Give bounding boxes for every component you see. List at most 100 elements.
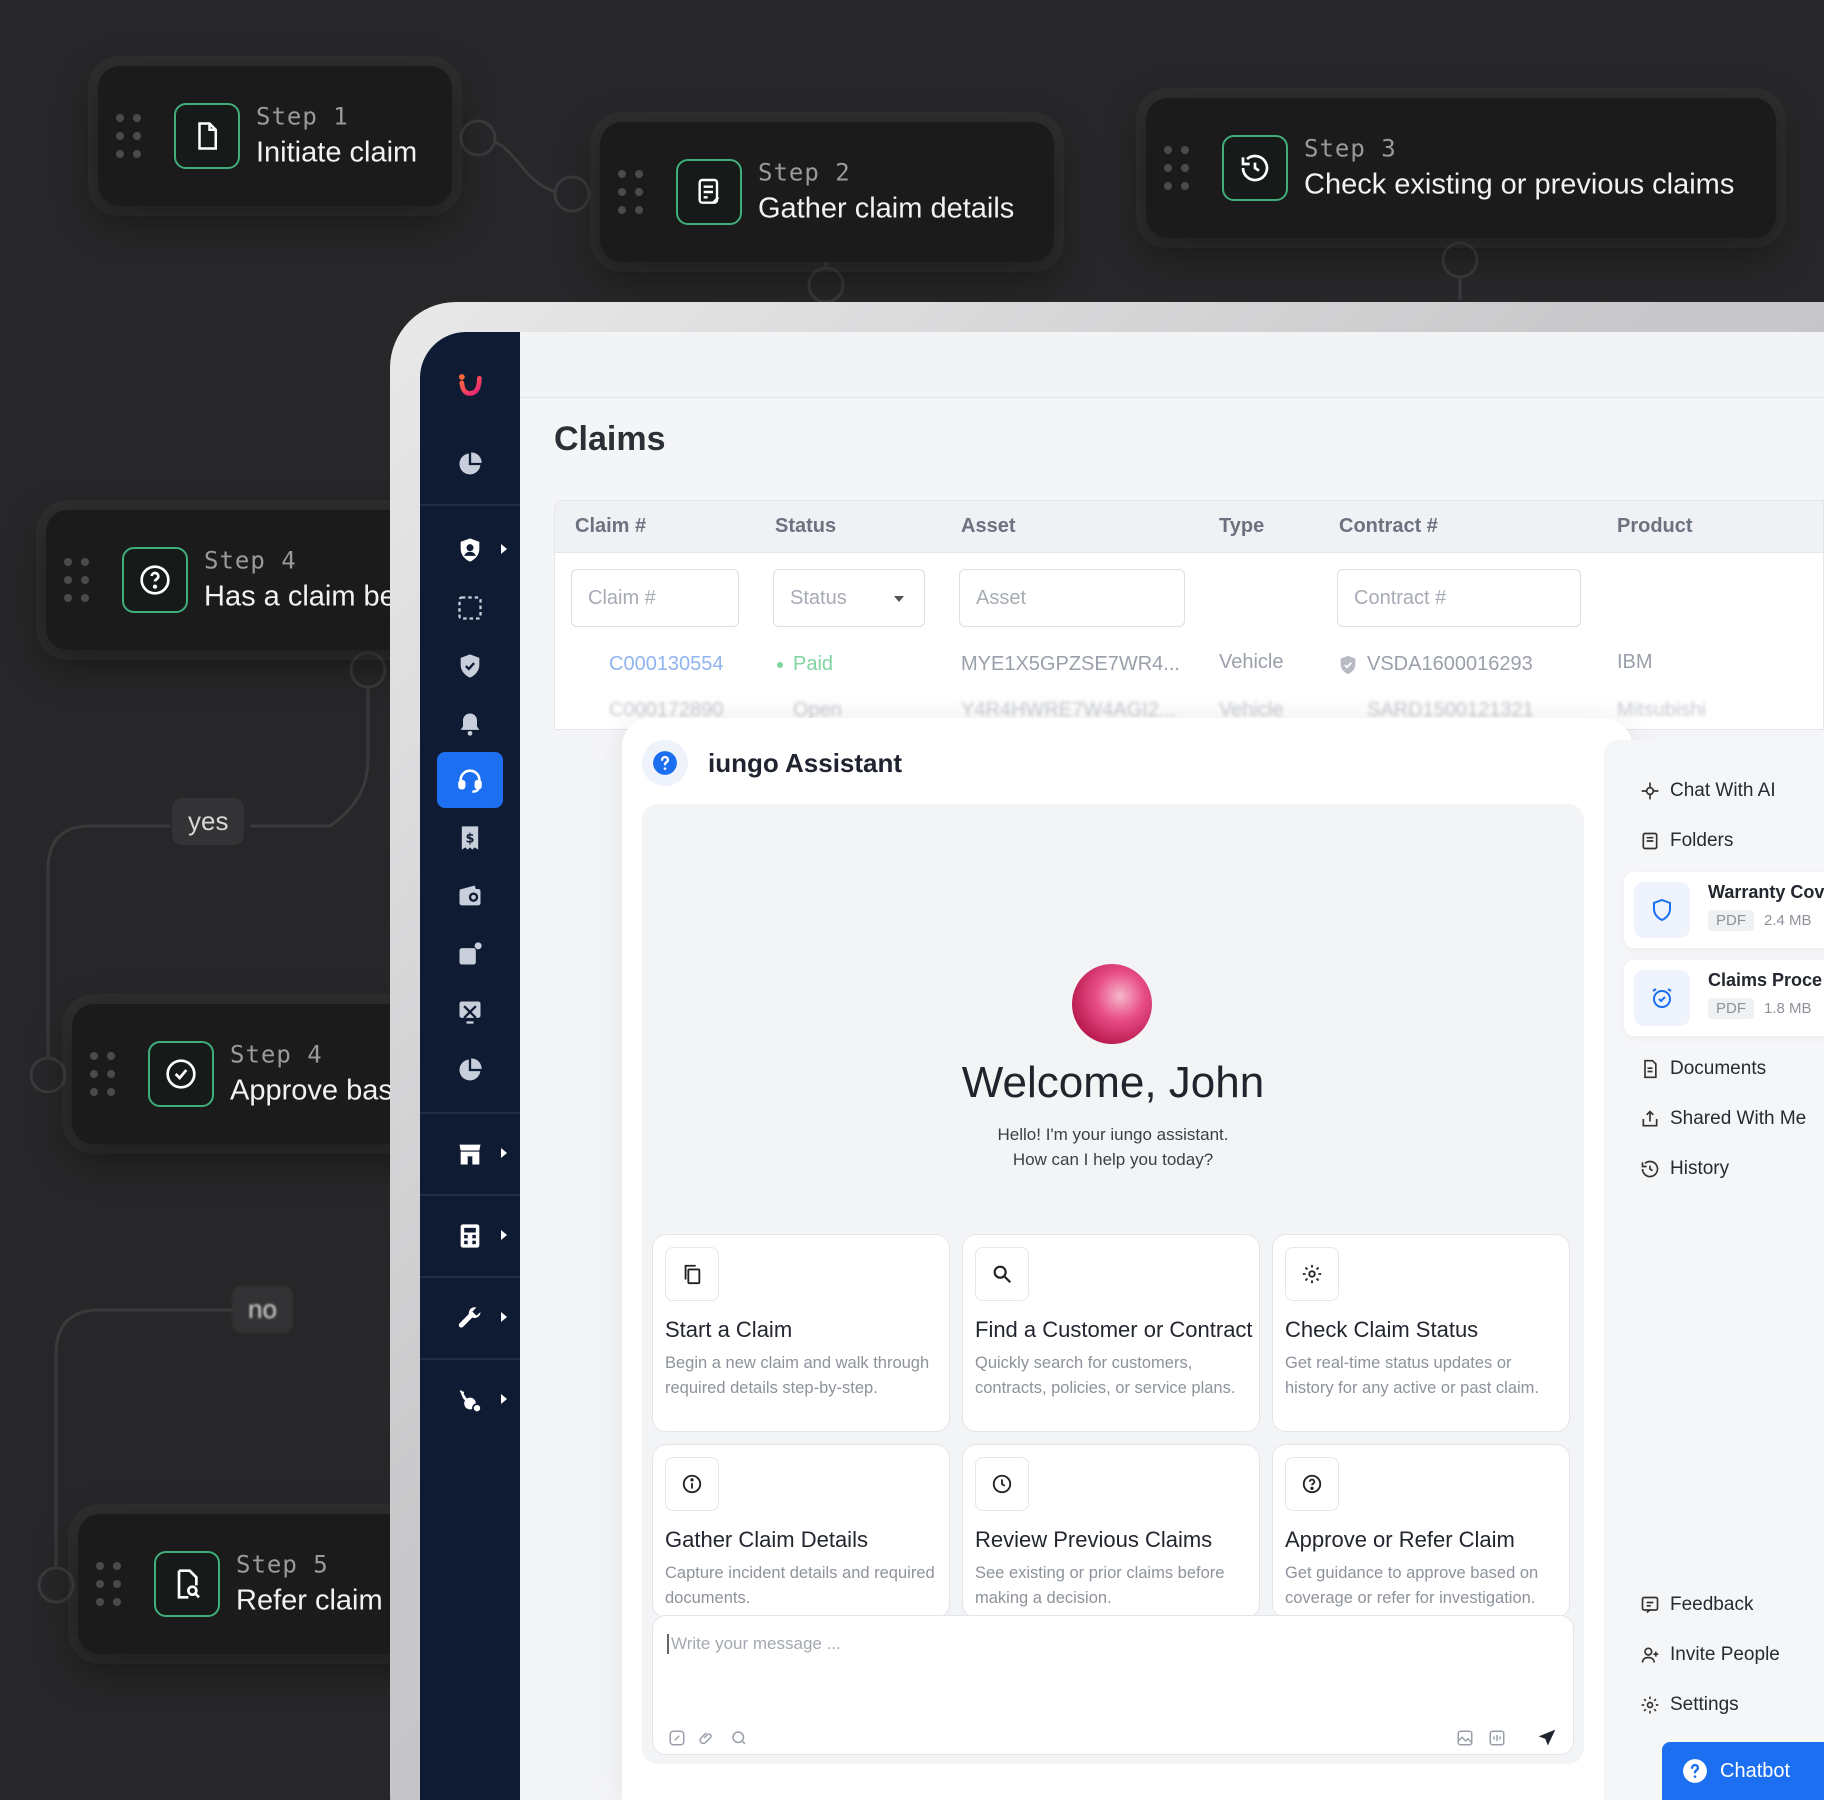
review-claims-card[interactable]: Review Previous Claims See existing or p… xyxy=(962,1444,1260,1618)
file-size: 1.8 MB xyxy=(1764,1000,1812,1017)
asset-cell: MYE1X5GPZSE7WR4... xyxy=(961,653,1180,675)
edit-icon[interactable] xyxy=(667,1728,687,1748)
invite-people-label: Invite People xyxy=(1670,1644,1780,1665)
step-title: Gather claim details xyxy=(758,192,1015,225)
drag-handle-icon[interactable] xyxy=(618,170,644,214)
drag-handle-icon[interactable] xyxy=(90,1052,116,1096)
send-icon[interactable] xyxy=(1537,1728,1557,1748)
claim-filter-input[interactable]: Claim # xyxy=(571,569,739,627)
card-description: See existing or prior claims before maki… xyxy=(975,1564,1225,1607)
audio-icon[interactable] xyxy=(1487,1728,1507,1748)
support-icon[interactable] xyxy=(420,752,520,808)
feedback-link[interactable]: Feedback xyxy=(1640,1594,1753,1616)
pie-chart-icon[interactable] xyxy=(420,1042,520,1098)
gear-icon xyxy=(1641,1696,1659,1714)
approve-refer-card[interactable]: Approve or Refer Claim Get guidance to a… xyxy=(1272,1444,1570,1618)
step-title: Check existing or previous claims xyxy=(1304,168,1735,201)
column-header-asset[interactable]: Asset xyxy=(961,501,1015,551)
notification-card-icon[interactable] xyxy=(420,926,520,982)
status-filter-value: Status xyxy=(790,587,847,609)
tools-icon[interactable] xyxy=(420,984,520,1040)
bell-icon[interactable] xyxy=(420,696,520,752)
app-window: $ Claims Claim # Status Asset Type Contr… xyxy=(420,332,1824,1800)
history-icon xyxy=(1222,135,1288,201)
drag-handle-icon[interactable] xyxy=(64,558,90,602)
gear-icon xyxy=(1285,1247,1339,1301)
claim-link[interactable]: C000130554 xyxy=(609,653,724,676)
assistant-side-panel: Chat With AI Folders Warranty Cov PDF 2.4… xyxy=(1604,740,1824,1800)
chatbot-button[interactable]: Chatbot xyxy=(1662,1742,1824,1800)
step-label: Step 4 xyxy=(204,546,297,575)
folder-icon xyxy=(1642,832,1658,850)
step-label: Step 3 xyxy=(1304,134,1397,163)
settings-link[interactable]: Settings xyxy=(1640,1694,1739,1716)
dashboard-icon[interactable] xyxy=(420,436,520,492)
dollar-receipt-icon[interactable]: $ xyxy=(420,810,520,866)
start-claim-card[interactable]: Start a Claim Begin a new claim and walk… xyxy=(652,1234,950,1432)
image-icon[interactable] xyxy=(1455,1728,1475,1748)
invite-people-link[interactable]: Invite People xyxy=(1640,1644,1780,1666)
message-input[interactable] xyxy=(667,1634,1267,1654)
file-name: Claims Proce xyxy=(1708,970,1823,990)
file-type-badge: PDF xyxy=(1708,998,1754,1019)
column-header-type[interactable]: Type xyxy=(1219,501,1264,551)
claims-table: Claim # Status Asset Type Contract # Pro… xyxy=(554,500,1824,730)
status-filter-select[interactable]: Status xyxy=(773,569,925,627)
gather-details-card[interactable]: Gather Claim Details Capture incident de… xyxy=(652,1444,950,1618)
card-description: Get real-time status updates or history … xyxy=(1285,1354,1540,1397)
column-header-contract[interactable]: Contract # xyxy=(1339,501,1438,551)
help-icon xyxy=(642,740,688,786)
status-badge: Paid xyxy=(777,653,833,676)
search-icon[interactable] xyxy=(729,1728,749,1748)
flow-step-1[interactable]: Step 1 Initiate claim xyxy=(98,66,452,206)
step-label: Step 5 xyxy=(236,1550,329,1579)
chevron-down-icon xyxy=(894,596,904,602)
contract-filter-input[interactable]: Contract # xyxy=(1337,569,1581,627)
drag-handle-icon[interactable] xyxy=(96,1562,122,1606)
column-header-claim[interactable]: Claim # xyxy=(575,501,646,551)
product-cell: Mitsubishi xyxy=(1617,699,1706,721)
contract-cell: VSDA1600016293 xyxy=(1337,653,1533,676)
shield-icon xyxy=(1634,882,1690,938)
wallet-icon[interactable] xyxy=(420,868,520,924)
select-icon[interactable] xyxy=(420,580,520,636)
help-icon xyxy=(1683,1759,1707,1783)
avatar xyxy=(1072,964,1152,1044)
shared-with-me-link[interactable]: Shared With Me xyxy=(1640,1108,1806,1130)
column-header-status[interactable]: Status xyxy=(775,501,836,551)
chat-with-ai-link[interactable]: Chat With AI xyxy=(1640,780,1776,802)
card-title: Check Claim Status xyxy=(1285,1317,1479,1342)
history-link[interactable]: History xyxy=(1640,1158,1729,1180)
drag-handle-icon[interactable] xyxy=(1164,146,1190,190)
welcome-line-2: How can I help you today? xyxy=(1012,1150,1214,1169)
claim-status-card[interactable]: Check Claim Status Get real-time status … xyxy=(1272,1234,1570,1432)
card-description: Begin a new claim and walk through requi… xyxy=(665,1354,930,1397)
find-customer-card[interactable]: Find a Customer or Contract Quickly sear… xyxy=(962,1234,1260,1432)
share-icon xyxy=(1642,1110,1658,1127)
document-icon xyxy=(174,103,240,169)
file-item[interactable]: Warranty Cov PDF 2.4 MB xyxy=(1624,872,1824,948)
column-header-product[interactable]: Product xyxy=(1617,501,1693,551)
feedback-icon xyxy=(1641,1596,1659,1614)
drag-handle-icon[interactable] xyxy=(116,114,142,158)
card-title: Start a Claim xyxy=(665,1317,793,1342)
attach-icon[interactable] xyxy=(697,1728,717,1748)
card-description: Capture incident details and required do… xyxy=(665,1564,935,1607)
shield-icon[interactable] xyxy=(420,638,520,694)
assistant-title: iungo Assistant xyxy=(708,748,903,778)
top-bar xyxy=(520,332,1824,398)
file-item[interactable]: Claims Proce PDF 1.8 MB xyxy=(1624,960,1824,1036)
invite-icon xyxy=(1641,1647,1659,1663)
welcome-subtitle: Hello! I'm your iungo assistant. How can… xyxy=(642,1122,1584,1172)
app-logo[interactable] xyxy=(420,352,520,416)
flow-step-2[interactable]: Step 2 Gather claim details xyxy=(600,122,1054,262)
asset-filter-input[interactable]: Asset xyxy=(959,569,1185,627)
folders-link[interactable]: Folders xyxy=(1640,830,1733,852)
history-label: History xyxy=(1670,1158,1730,1179)
sidebar: $ xyxy=(420,332,520,1800)
step-label: Step 4 xyxy=(230,1040,323,1069)
clock-icon xyxy=(975,1457,1029,1511)
documents-link[interactable]: Documents xyxy=(1640,1058,1766,1080)
step-label: Step 2 xyxy=(758,158,851,187)
flow-step-3[interactable]: Step 3 Check existing or previous claims xyxy=(1146,98,1776,238)
